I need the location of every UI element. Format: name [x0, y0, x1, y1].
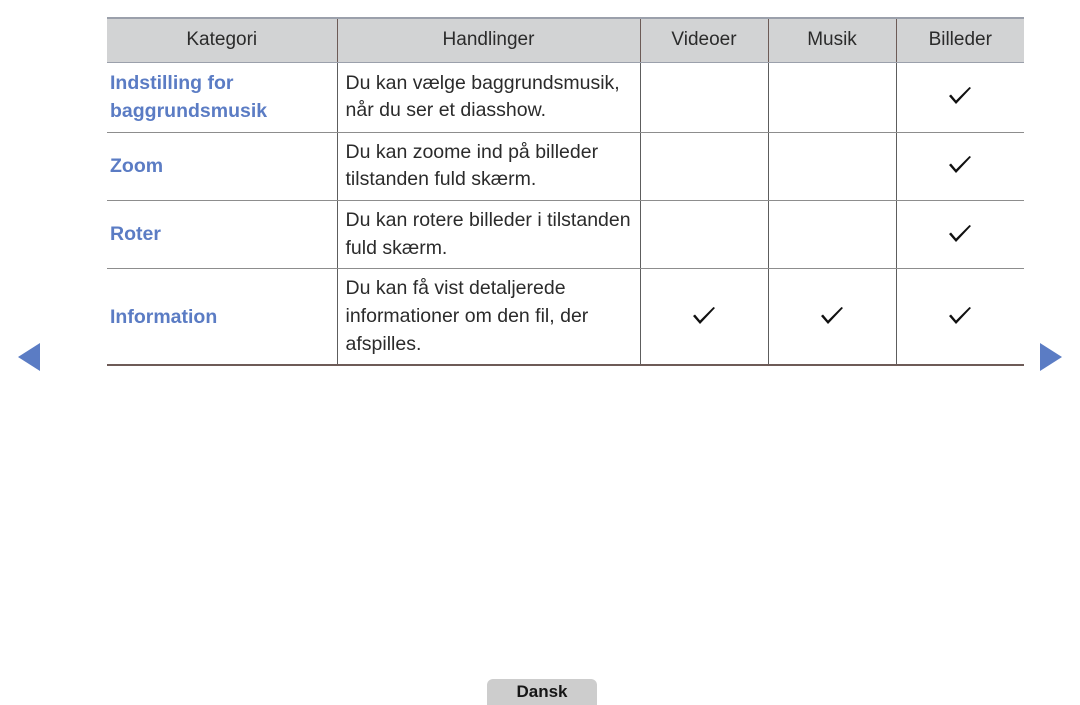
table-header-row: Kategori Handlinger Videoer Musik Billed… [107, 18, 1024, 63]
row-support-videoer [640, 62, 769, 133]
row-support-billeder [896, 132, 1024, 201]
checkmark-icon [947, 306, 973, 328]
checkmark-icon [691, 306, 717, 328]
table-row: Zoom Du kan zoome ind på billeder tilsta… [107, 132, 1024, 201]
checkmark-icon [947, 86, 973, 108]
row-support-billeder [896, 269, 1024, 366]
table-body: Indstilling for baggrundsmusik Du kan væ… [107, 62, 1024, 366]
triangle-left-icon[interactable] [18, 343, 40, 371]
row-support-musik [768, 268, 897, 366]
checkmark-icon [947, 224, 973, 246]
row-support-videoer [640, 200, 769, 270]
row-category-label: Roter [107, 200, 338, 270]
column-header-videoer: Videoer [640, 18, 769, 63]
column-header-kategori: Kategori [107, 18, 338, 63]
row-support-billeder [896, 200, 1024, 270]
row-action-text: Du kan rotere billeder i tilstanden fuld… [337, 200, 641, 270]
checkmark-icon [947, 155, 973, 177]
row-category-label: Indstilling for baggrundsmusik [107, 62, 338, 133]
row-support-billeder [896, 62, 1024, 133]
row-category-label: Zoom [107, 132, 338, 201]
column-header-billeder: Billeder [896, 18, 1024, 63]
row-action-text: Du kan få vist detaljerede informationer… [337, 268, 641, 366]
language-button[interactable]: Dansk [487, 679, 597, 705]
column-header-handlinger: Handlinger [337, 18, 641, 63]
row-support-musik [768, 62, 897, 133]
feature-comparison-table: Kategori Handlinger Videoer Musik Billed… [107, 17, 1024, 367]
column-header-musik: Musik [768, 18, 897, 63]
checkmark-icon [819, 306, 845, 328]
row-support-musik [768, 200, 897, 270]
table-row: Roter Du kan rotere billeder i tilstande… [107, 200, 1024, 270]
row-support-musik [768, 132, 897, 201]
row-category-label: Information [107, 268, 338, 366]
triangle-right-icon[interactable] [1040, 343, 1062, 371]
row-action-text: Du kan vælge baggrundsmusik, når du ser … [337, 62, 641, 133]
row-action-text: Du kan zoome ind på billeder tilstanden … [337, 132, 641, 201]
feature-comparison-table-wrapper: Kategori Handlinger Videoer Musik Billed… [107, 17, 1024, 367]
table-header: Kategori Handlinger Videoer Musik Billed… [107, 18, 1024, 63]
table-row: Information Du kan få vist detaljerede i… [107, 268, 1024, 366]
row-support-videoer [640, 132, 769, 201]
row-support-videoer [640, 268, 769, 366]
table-row: Indstilling for baggrundsmusik Du kan væ… [107, 62, 1024, 133]
